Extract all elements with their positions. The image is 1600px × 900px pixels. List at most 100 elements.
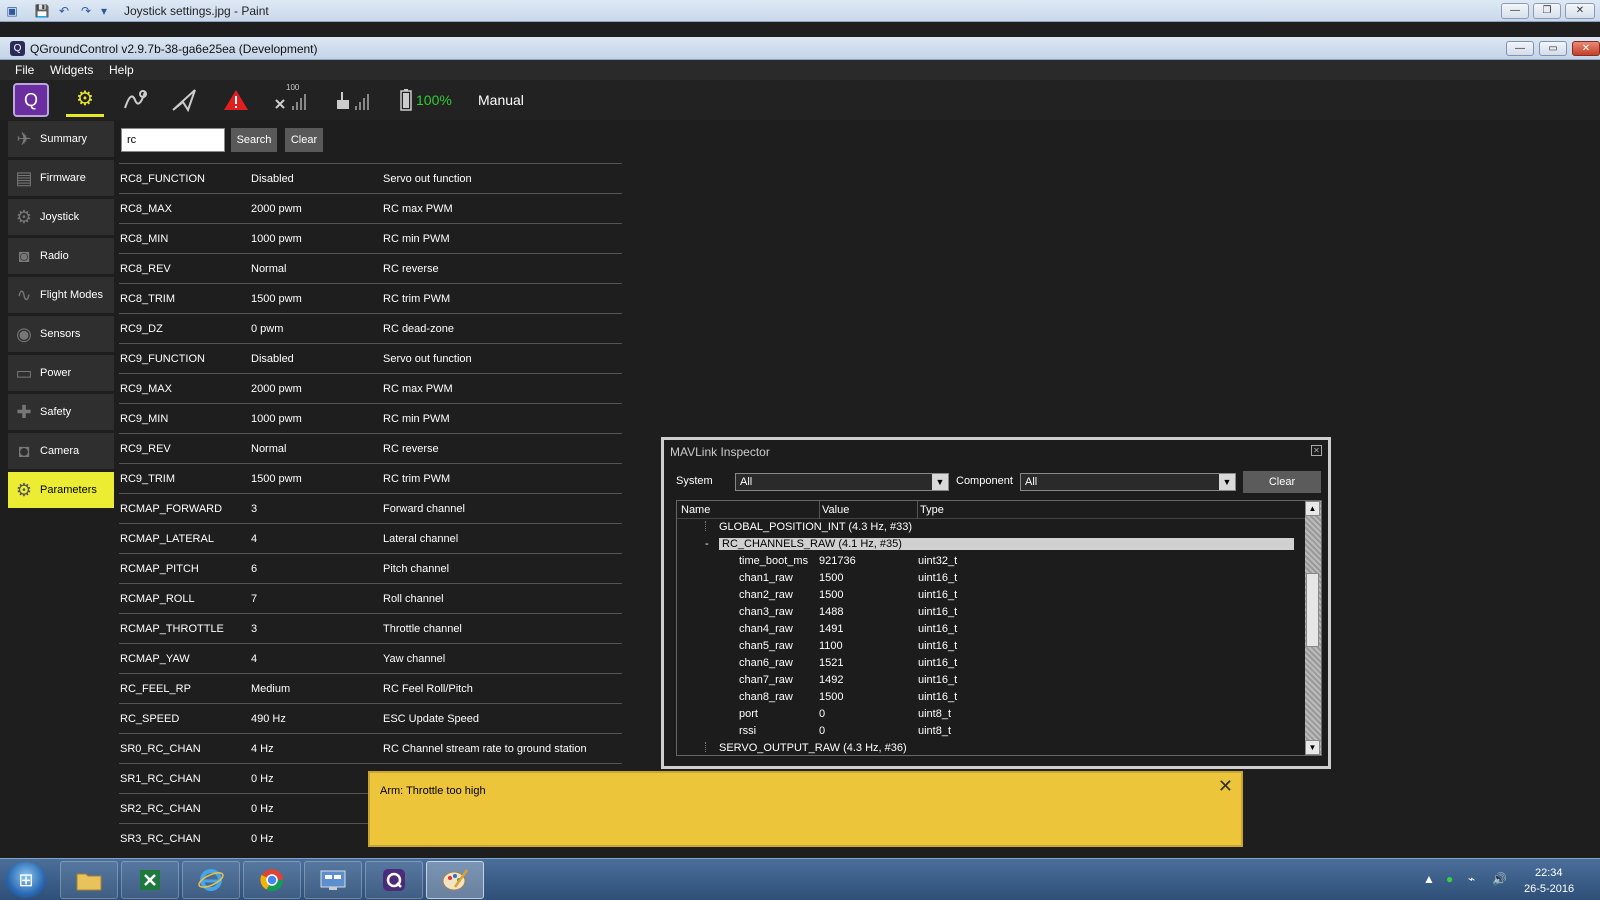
excel-icon[interactable]	[121, 861, 179, 899]
table-row[interactable]: RC8_REV Normal RC reverse	[119, 253, 622, 283]
chrome-icon[interactable]	[243, 861, 301, 899]
show-hidden-icons-icon[interactable]: ▲	[1423, 872, 1435, 886]
menu-file[interactable]: File	[15, 63, 34, 77]
table-row[interactable]: RCMAP_PITCH 6 Pitch channel	[119, 553, 622, 583]
system-select[interactable]: All ▼	[735, 473, 949, 491]
tree-field-row[interactable]: chan2_raw 1500 uint16_t	[677, 587, 1305, 604]
plan-waypoint-icon[interactable]	[116, 83, 154, 117]
sidebar-item-power[interactable]: ▭ Power	[8, 355, 114, 391]
table-row[interactable]: RC9_MIN 1000 pwm RC min PWM	[119, 403, 622, 433]
tree-field-row[interactable]: chan7_raw 1492 uint16_t	[677, 672, 1305, 689]
param-value[interactable]: 3	[251, 623, 257, 635]
search-button[interactable]: Search	[231, 128, 277, 152]
mavlink-clear-button[interactable]: Clear	[1243, 471, 1321, 493]
param-value[interactable]: 1000 pwm	[251, 413, 302, 425]
clear-search-button[interactable]: Clear	[285, 128, 323, 152]
param-value[interactable]: 490 Hz	[251, 713, 286, 725]
qgc-minimize-button[interactable]: —	[1506, 41, 1534, 56]
sidebar-item-safety[interactable]: ✚ Safety	[8, 394, 114, 430]
tree-field-row[interactable]: chan6_raw 1521 uint16_t	[677, 655, 1305, 672]
sidebar-item-parameters[interactable]: ⚙ Parameters	[8, 472, 114, 508]
start-button[interactable]: ⊞	[6, 862, 46, 898]
table-row[interactable]: RC9_REV Normal RC reverse	[119, 433, 622, 463]
table-row[interactable]: RCMAP_YAW 4 Yaw channel	[119, 643, 622, 673]
qgc-maximize-button[interactable]: ▭	[1539, 41, 1567, 56]
column-header-name[interactable]: Name	[681, 504, 710, 516]
sidebar-item-firmware[interactable]: ▤ Firmware	[8, 160, 114, 196]
paint-minimize-button[interactable]: —	[1501, 3, 1529, 19]
table-row[interactable]: RC_SPEED 490 Hz ESC Update Speed	[119, 703, 622, 733]
param-value[interactable]: 4 Hz	[251, 743, 274, 755]
param-value[interactable]: Normal	[251, 443, 286, 455]
param-value[interactable]: 0 Hz	[251, 803, 274, 815]
param-value[interactable]: 3	[251, 503, 257, 515]
menu-widgets[interactable]: Widgets	[50, 63, 93, 77]
param-value[interactable]: Medium	[251, 683, 290, 695]
table-row[interactable]: RCMAP_LATERAL 4 Lateral channel	[119, 523, 622, 553]
tree-field-row[interactable]: chan8_raw 1500 uint16_t	[677, 689, 1305, 706]
table-row[interactable]: RC9_DZ 0 pwm RC dead-zone	[119, 313, 622, 343]
redo-icon[interactable]: ↷	[78, 3, 94, 19]
power-plug-icon[interactable]: ⌁	[1468, 872, 1475, 886]
paint-icon[interactable]	[426, 861, 484, 899]
qgc-close-button[interactable]: ✕	[1572, 41, 1600, 56]
qgc-logo-icon[interactable]: Q	[13, 83, 49, 117]
column-divider[interactable]	[819, 501, 820, 519]
close-icon[interactable]: ✕	[1218, 777, 1233, 795]
column-header-type[interactable]: Type	[920, 504, 944, 516]
sidebar-item-joystick[interactable]: ⚙ Joystick	[8, 199, 114, 235]
battery-icon[interactable]	[396, 83, 416, 117]
param-value[interactable]: 0 Hz	[251, 773, 274, 785]
customize-quick-access-icon[interactable]: ▾	[96, 3, 112, 19]
param-value[interactable]: Disabled	[251, 173, 294, 185]
table-row[interactable]: RCMAP_THROTTLE 3 Throttle channel	[119, 613, 622, 643]
tree-field-row[interactable]: chan4_raw 1491 uint16_t	[677, 621, 1305, 638]
param-value[interactable]: 4	[251, 533, 257, 545]
volume-icon[interactable]: 🔊	[1492, 872, 1507, 886]
param-value[interactable]: 2000 pwm	[251, 383, 302, 395]
sidebar-item-flight-modes[interactable]: ∿ Flight Modes	[8, 277, 114, 313]
tree-field-row[interactable]: time_boot_ms 921736 uint32_t	[677, 553, 1305, 570]
table-row[interactable]: RCMAP_FORWARD 3 Forward channel	[119, 493, 622, 523]
internet-explorer-icon[interactable]	[182, 861, 240, 899]
fly-paperplane-icon[interactable]	[165, 83, 203, 117]
table-row[interactable]: RC9_FUNCTION Disabled Servo out function	[119, 343, 622, 373]
param-value[interactable]: 1500 pwm	[251, 473, 302, 485]
tree-field-row[interactable]: rssi 0 uint8_t	[677, 723, 1305, 740]
paint-restore-button[interactable]: ❐	[1533, 3, 1561, 19]
mavlink-message-tree[interactable]: Name Value Type GLOBAL_POSITION_INT (4.3…	[676, 500, 1322, 756]
component-select[interactable]: All ▼	[1020, 473, 1236, 491]
column-header-value[interactable]: Value	[822, 504, 849, 516]
sidebar-item-sensors[interactable]: ◉ Sensors	[8, 316, 114, 352]
clock-date[interactable]: 26-5-2016	[1524, 883, 1574, 895]
parameter-search-input[interactable]	[121, 128, 225, 152]
param-value[interactable]: Disabled	[251, 353, 294, 365]
tree-field-row[interactable]: chan1_raw 1500 uint16_t	[677, 570, 1305, 587]
sidebar-item-summary[interactable]: ✈ Summary	[8, 121, 114, 157]
table-row[interactable]: RCMAP_ROLL 7 Roll channel	[119, 583, 622, 613]
menu-help[interactable]: Help	[109, 63, 134, 77]
param-value[interactable]: 2000 pwm	[251, 203, 302, 215]
paint-app-icon[interactable]: ▣	[4, 3, 20, 19]
scroll-down-icon[interactable]: ▼	[1305, 740, 1320, 755]
tree-field-row[interactable]: port 0 uint8_t	[677, 706, 1305, 723]
param-value[interactable]: 1500 pwm	[251, 293, 302, 305]
param-value[interactable]: 4	[251, 653, 257, 665]
clock-time[interactable]: 22:34	[1535, 867, 1563, 879]
tree-message-row[interactable]: GLOBAL_POSITION_INT (4.3 Hz, #33)	[677, 519, 1305, 536]
table-row[interactable]: RC9_TRIM 1500 pwm RC trim PWM	[119, 463, 622, 493]
table-row[interactable]: RC8_MAX 2000 pwm RC max PWM	[119, 193, 622, 223]
table-row[interactable]: RC8_MIN 1000 pwm RC min PWM	[119, 223, 622, 253]
tree-field-row[interactable]: chan5_raw 1100 uint16_t	[677, 638, 1305, 655]
tree-message-row-selected[interactable]: - RC_CHANNELS_RAW (4.1 Hz, #35)	[677, 536, 1305, 553]
tree-field-row[interactable]: chan3_raw 1488 uint16_t	[677, 604, 1305, 621]
table-row[interactable]: RC8_FUNCTION Disabled Servo out function	[119, 163, 622, 193]
param-value[interactable]: 0 pwm	[251, 323, 283, 335]
control-panel-icon[interactable]	[304, 861, 362, 899]
param-value[interactable]: 6	[251, 563, 257, 575]
table-row[interactable]: RC_FEEL_RP Medium RC Feel Roll/Pitch	[119, 673, 622, 703]
scrollbar-thumb[interactable]	[1306, 573, 1319, 647]
param-value[interactable]: 7	[251, 593, 257, 605]
network-status-icon[interactable]: ●	[1446, 872, 1453, 886]
tree-message-row[interactable]: SERVO_OUTPUT_RAW (4.3 Hz, #36)	[677, 740, 1305, 755]
